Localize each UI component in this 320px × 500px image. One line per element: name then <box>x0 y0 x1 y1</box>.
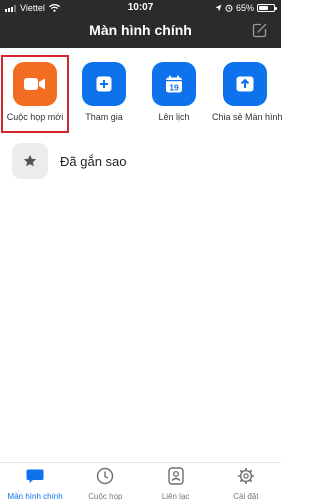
video-camera-icon <box>24 78 45 90</box>
share-screen-icon <box>236 76 254 92</box>
tab-home[interactable]: Màn hình chính <box>0 463 70 500</box>
tab-home-label: Màn hình chính <box>7 492 63 500</box>
chat-bubble-icon <box>26 469 44 483</box>
starred-tile <box>12 143 48 179</box>
battery-percent: 65% <box>235 3 254 13</box>
calendar-day: 19 <box>169 83 179 93</box>
tab-contacts-label: Liên lạc <box>161 492 190 500</box>
schedule-label: Lên lịch <box>158 112 190 122</box>
battery-fill <box>259 6 268 10</box>
gear-icon <box>237 468 254 484</box>
clock-icon <box>97 467 114 485</box>
location-icon <box>215 4 222 12</box>
join-button[interactable]: Tham gia <box>71 56 137 132</box>
quick-actions: Cuộc họp mới Tham gia 19 Lên lịch Chia s… <box>0 52 283 134</box>
star-icon <box>23 154 37 167</box>
new-meeting-tile <box>13 62 57 106</box>
contact-icon <box>167 467 184 485</box>
starred-label: Đã gắn sao <box>60 153 127 169</box>
plus-icon <box>96 76 112 92</box>
status-bar: Viettel 10:07 65% <box>0 0 281 16</box>
join-tile <box>82 62 126 106</box>
new-meeting-label: Cuộc họp mới <box>6 112 64 122</box>
status-right: 65% <box>215 3 277 13</box>
battery-icon <box>257 4 277 12</box>
edit-icon[interactable] <box>252 22 268 38</box>
tab-settings-label: Cài đặt <box>233 492 259 500</box>
schedule-tile: 19 <box>152 62 196 106</box>
page-title: Màn hình chính <box>89 22 192 38</box>
tab-meetings-label: Cuộc họp <box>88 492 123 500</box>
share-screen-tile <box>223 62 267 106</box>
bottom-tab-bar: Màn hình chính Cuộc họp Liên lạc Cài đặt <box>0 462 281 500</box>
new-meeting-button[interactable]: Cuộc họp mới <box>1 55 69 133</box>
alarm-icon <box>225 4 233 12</box>
share-screen-button[interactable]: Chia sẻ Màn hình <box>212 56 283 132</box>
calendar-icon: 19 <box>166 75 182 93</box>
share-screen-label: Chia sẻ Màn hình <box>212 112 283 122</box>
schedule-button[interactable]: 19 Lên lịch <box>141 56 207 132</box>
top-bar: Viettel 10:07 65% Màn hình chính <box>0 0 281 48</box>
join-label: Tham gia <box>85 112 123 122</box>
tab-settings[interactable]: Cài đặt <box>211 463 281 500</box>
tab-contacts[interactable]: Liên lạc <box>141 463 211 500</box>
tab-meetings[interactable]: Cuộc họp <box>70 463 140 500</box>
starred-item[interactable]: Đã gắn sao <box>12 143 272 179</box>
